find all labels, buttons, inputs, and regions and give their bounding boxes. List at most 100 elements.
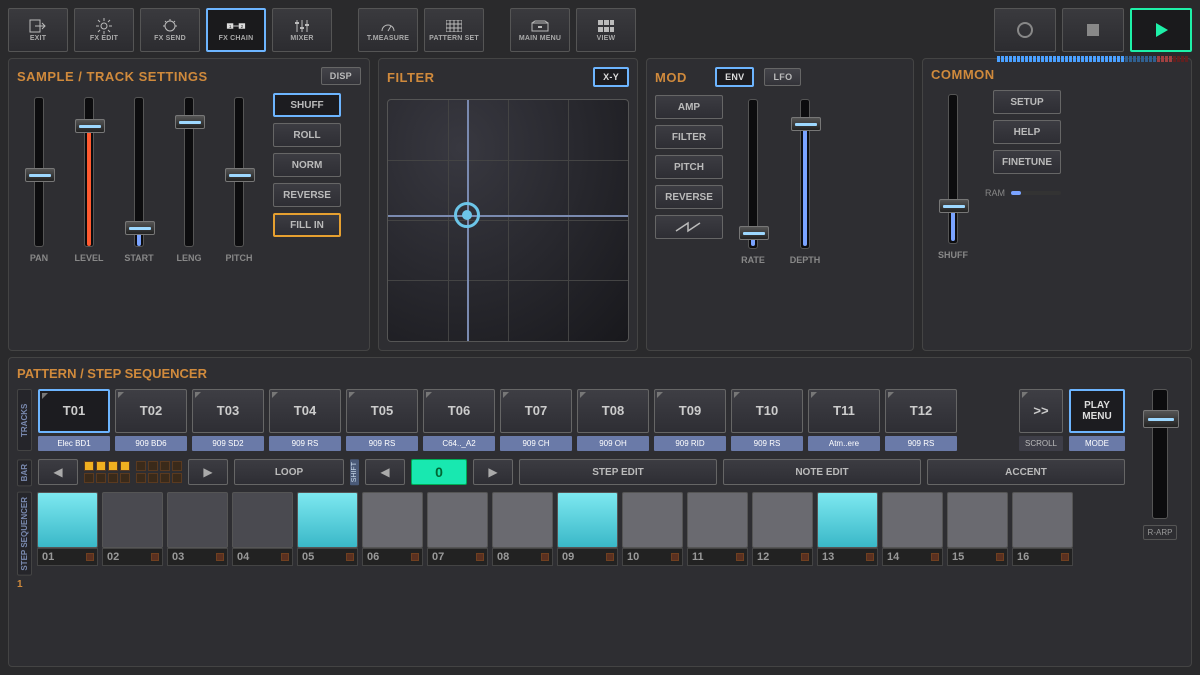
env-button[interactable]: ENV: [715, 67, 754, 87]
step-pad-11[interactable]: [687, 492, 748, 548]
mod-panel: MOD ENV LFO AMP FILTER PITCH REVERSE RATE…: [646, 58, 914, 351]
pitch-button[interactable]: PITCH: [655, 155, 723, 179]
step-pad-10[interactable]: [622, 492, 683, 548]
step-pad-14[interactable]: [882, 492, 943, 548]
step-12: 12: [752, 492, 813, 576]
wave-button[interactable]: [655, 215, 723, 239]
play-button[interactable]: [1130, 8, 1192, 52]
fader-rate[interactable]: RATE: [731, 95, 775, 342]
step-14: 14: [882, 492, 943, 576]
bar-prev-button[interactable]: ◀: [38, 459, 78, 485]
t-measure-button[interactable]: T.MEASURE: [358, 8, 418, 52]
step-03: 03: [167, 492, 228, 576]
step-pad-13[interactable]: [817, 492, 878, 548]
step-01: 01: [37, 492, 98, 576]
step-pad-04[interactable]: [232, 492, 293, 548]
amp-button[interactable]: AMP: [655, 95, 723, 119]
sample-track-panel: SAMPLE / TRACK SETTINGSDISP PAN LEVEL ST…: [8, 58, 370, 351]
track-name-T04: 909 RS: [269, 436, 341, 451]
top-toolbar: EXIT FX EDIT FX SEND 12FX CHAIN MIXER T.…: [8, 8, 1192, 52]
accent-button[interactable]: ACCENT: [927, 459, 1125, 485]
fader-pitch[interactable]: PITCH: [217, 93, 261, 342]
step-pad-08[interactable]: [492, 492, 553, 548]
step-pad-15[interactable]: [947, 492, 1008, 548]
tracks-more-button[interactable]: >>: [1019, 389, 1063, 433]
help-button[interactable]: HELP: [993, 120, 1061, 144]
track-button-T07[interactable]: T07: [500, 389, 572, 433]
step-pad-03[interactable]: [167, 492, 228, 548]
mod-title: MOD: [655, 70, 687, 85]
roll-button[interactable]: ROLL: [273, 123, 341, 147]
note-edit-button[interactable]: NOTE EDIT: [723, 459, 921, 485]
master-fader[interactable]: R-ARP: [1137, 389, 1183, 590]
step-pad-05[interactable]: [297, 492, 358, 548]
fx-send-button[interactable]: FX SEND: [140, 8, 200, 52]
exit-button[interactable]: EXIT: [8, 8, 68, 52]
view-button[interactable]: VIEW: [576, 8, 636, 52]
track-button-T06[interactable]: T06: [423, 389, 495, 433]
lfo-button[interactable]: LFO: [764, 68, 801, 86]
track-button-T08[interactable]: T08: [577, 389, 649, 433]
step-next-button[interactable]: ▶: [473, 459, 513, 485]
fx-chain-button[interactable]: 12FX CHAIN: [206, 8, 266, 52]
reverse-button[interactable]: REVERSE: [273, 183, 341, 207]
page-number: 1: [17, 579, 29, 590]
pattern-set-button[interactable]: PATTERN SET: [424, 8, 484, 52]
track-T10: T10 909 RS: [731, 389, 803, 451]
track-T08: T08 909 OH: [577, 389, 649, 451]
filter-mod-button[interactable]: FILTER: [655, 125, 723, 149]
track-name-T08: 909 OH: [577, 436, 649, 451]
sliders-icon: [292, 19, 312, 33]
step-pad-09[interactable]: [557, 492, 618, 548]
disp-button[interactable]: DISP: [321, 67, 361, 85]
fader-depth[interactable]: DEPTH: [783, 95, 827, 342]
track-button-T05[interactable]: T05: [346, 389, 418, 433]
record-button[interactable]: [994, 8, 1056, 52]
fx-edit-button[interactable]: FX EDIT: [74, 8, 134, 52]
track-button-T09[interactable]: T09: [654, 389, 726, 433]
xy-pad[interactable]: [387, 99, 629, 342]
stop-button[interactable]: [1062, 8, 1124, 52]
play-menu-button[interactable]: PLAY MENU: [1069, 389, 1125, 433]
step-pad-16[interactable]: [1012, 492, 1073, 548]
bar-next-button[interactable]: ▶: [188, 459, 228, 485]
reverse-mod-button[interactable]: REVERSE: [655, 185, 723, 209]
scroll-label: SCROLL: [1019, 436, 1063, 451]
mixer-button[interactable]: MIXER: [272, 8, 332, 52]
fader-pan[interactable]: PAN: [17, 93, 61, 342]
step-edit-button[interactable]: STEP EDIT: [519, 459, 717, 485]
step-08: 08: [492, 492, 553, 576]
step-04: 04: [232, 492, 293, 576]
loop-button[interactable]: LOOP: [234, 459, 344, 485]
track-button-T04[interactable]: T04: [269, 389, 341, 433]
main-menu-button[interactable]: MAIN MENU: [510, 8, 570, 52]
step-prev-button[interactable]: ◀: [365, 459, 405, 485]
step-07: 07: [427, 492, 488, 576]
fill-in-button[interactable]: FILL IN: [273, 213, 341, 237]
finetune-button[interactable]: FINETUNE: [993, 150, 1061, 174]
seq-title: PATTERN / STEP SEQUENCER: [17, 366, 1183, 381]
step-02: 02: [102, 492, 163, 576]
track-button-T12[interactable]: T12: [885, 389, 957, 433]
fader-level[interactable]: LEVEL: [67, 93, 111, 342]
step-pad-01[interactable]: [37, 492, 98, 548]
xy-button[interactable]: X-Y: [593, 67, 629, 87]
step-pad-06[interactable]: [362, 492, 423, 548]
fader-start[interactable]: START: [117, 93, 161, 342]
fader-leng[interactable]: LENG: [167, 93, 211, 342]
step-13: 13: [817, 492, 878, 576]
setup-button[interactable]: SETUP: [993, 90, 1061, 114]
track-button-T03[interactable]: T03: [192, 389, 264, 433]
shuff-fader[interactable]: SHUFF: [931, 90, 975, 342]
step-pad-02[interactable]: [102, 492, 163, 548]
dial-icon: [160, 19, 180, 33]
track-button-T11[interactable]: T11: [808, 389, 880, 433]
shuff-button[interactable]: SHUFF: [273, 93, 341, 117]
track-button-T01[interactable]: T01: [38, 389, 110, 433]
filter-panel: FILTERX-Y: [378, 58, 638, 351]
track-button-T02[interactable]: T02: [115, 389, 187, 433]
norm-button[interactable]: NORM: [273, 153, 341, 177]
step-pad-12[interactable]: [752, 492, 813, 548]
track-button-T10[interactable]: T10: [731, 389, 803, 433]
step-pad-07[interactable]: [427, 492, 488, 548]
